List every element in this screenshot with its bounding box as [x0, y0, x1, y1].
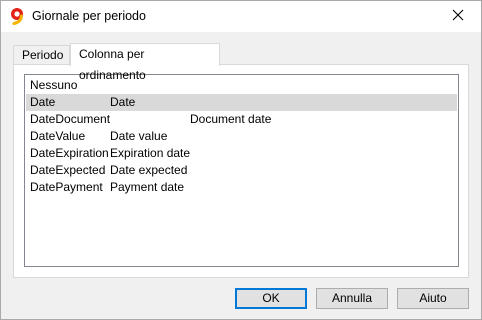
column-description: Document date: [190, 112, 272, 126]
list-item-datedocument[interactable]: DateDocument Document date: [26, 111, 457, 128]
close-button[interactable]: [435, 1, 481, 32]
cancel-button[interactable]: Annulla: [316, 288, 388, 309]
list-item-datevalue[interactable]: DateValue Date value: [26, 128, 457, 145]
column-name: Nessuno: [30, 78, 78, 92]
column-name: DateExpiration: [30, 146, 109, 160]
close-icon: [452, 9, 464, 24]
column-header: Expiration date: [110, 146, 191, 160]
title-bar[interactable]: Giornale per periodo: [1, 1, 481, 32]
tab-periodo[interactable]: Periodo: [13, 45, 70, 64]
column-header: Payment date: [110, 180, 185, 194]
window-title: Giornale per periodo: [32, 9, 146, 23]
list-item-dateexpiration[interactable]: DateExpiration Expiration date: [26, 145, 457, 162]
help-button[interactable]: Aiuto: [397, 288, 469, 309]
column-name: Date: [30, 95, 56, 109]
tab-label: Colonna per ordinamento: [79, 47, 146, 82]
tab-panel: Nessuno Date Date DateDocument Document …: [13, 64, 469, 278]
sort-column-list[interactable]: Nessuno Date Date DateDocument Document …: [24, 74, 459, 267]
column-header: Date expected: [110, 163, 188, 177]
tab-label: Periodo: [22, 48, 64, 62]
column-name: DatePayment: [30, 180, 103, 194]
dialog-window: Giornale per periodo Periodo Colonna per…: [0, 0, 482, 320]
tab-colonna-per-ordinamento[interactable]: Colonna per ordinamento: [70, 43, 220, 82]
column-header: Date value: [110, 129, 168, 143]
column-name: DateDocument: [30, 112, 111, 126]
column-name: DateValue: [30, 129, 86, 143]
list-item-dateexpected[interactable]: DateExpected Date expected: [26, 162, 457, 179]
app-icon: [8, 7, 26, 25]
column-header: Date: [110, 95, 136, 109]
ok-button[interactable]: OK: [235, 288, 307, 309]
list-item-datepayment[interactable]: DatePayment Payment date: [26, 179, 457, 196]
list-item-date[interactable]: Date Date: [26, 94, 457, 111]
column-name: DateExpected: [30, 163, 106, 177]
